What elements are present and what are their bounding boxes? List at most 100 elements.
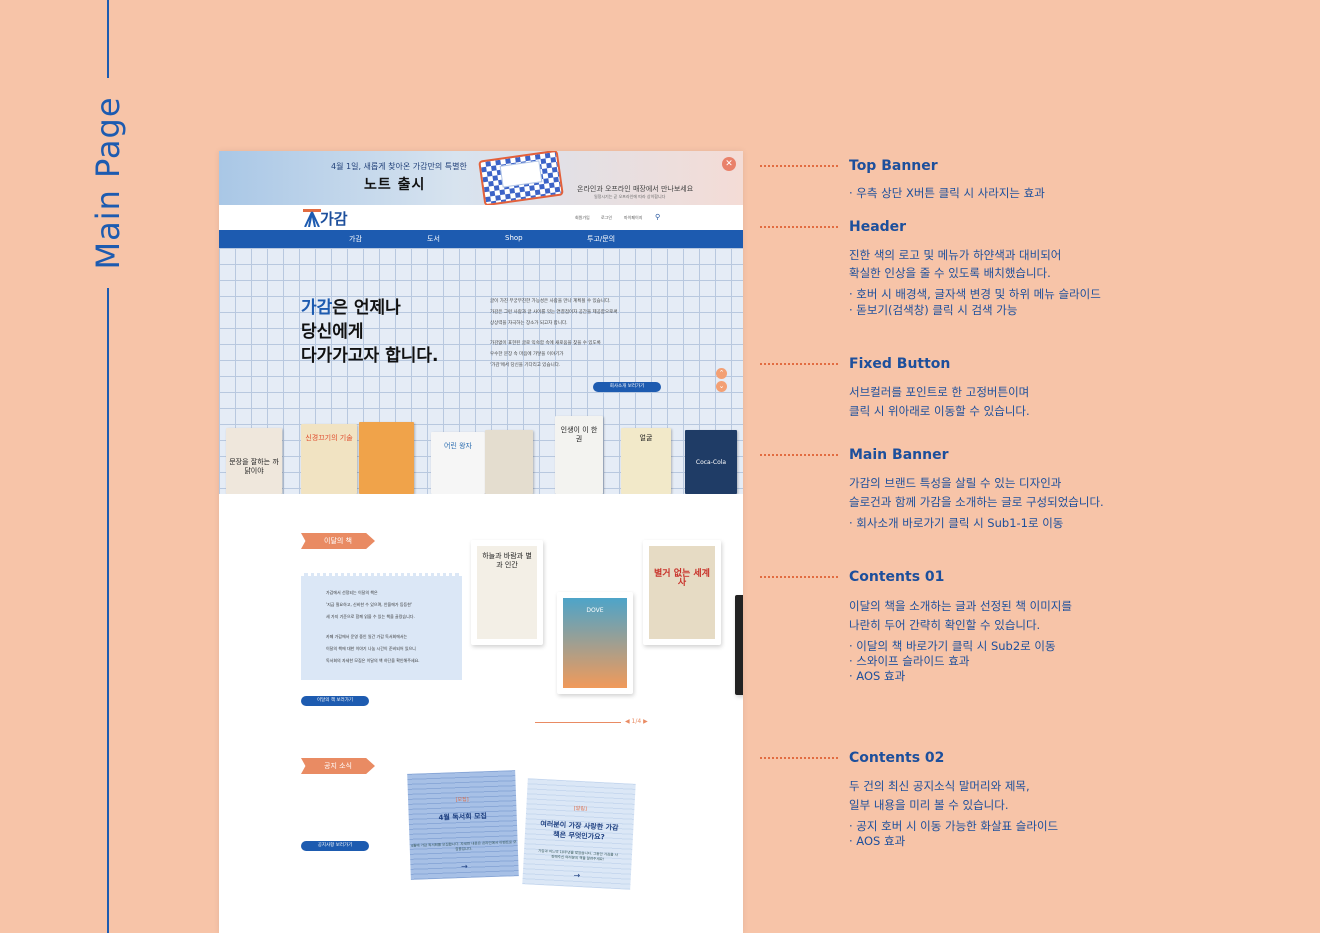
memo-line: 이달의 책에 대한 이야기 나눔 시간이 준비되어 있으니	[326, 646, 416, 651]
annotation-line: · 돋보기(검색창) 클릭 시 검색 가능	[849, 303, 1018, 317]
memo-line: 세 가지 기준으로 함께 읽을 수 있는 책을 골랐습니다.	[326, 614, 415, 619]
annotation-line: 두 건의 최신 공지소식 말머리와 제목,	[849, 779, 1030, 793]
annotation-line: · 회사소개 바로가기 클릭 시 Sub1-1로 이동	[849, 516, 1064, 530]
annotation-line: 가감의 브랜드 특성을 살릴 수 있는 디자인과	[849, 476, 1062, 490]
hero-paragraph: 상상력을 자극하는 장소가 되고자 합니다.	[490, 321, 568, 326]
book-cover: 문장을 잘하는 까닭이야	[226, 428, 282, 494]
arrow-right-icon[interactable]: →	[523, 868, 631, 883]
notice-card[interactable]: [모집] 4월 독서회 모집 4월에 가감 독서회를 모집합니다. 자세한 내용…	[407, 770, 519, 880]
book-cover: 얼굴	[621, 428, 671, 494]
nav-item-gagam[interactable]: 가감	[349, 234, 362, 244]
title-rule-bottom	[107, 288, 109, 933]
book-shelf	[219, 494, 743, 498]
book-of-month-button[interactable]: 이달의 책 보러가기	[301, 696, 369, 706]
book-cover	[359, 422, 414, 494]
notice-tag: [알림]	[573, 805, 588, 813]
logo-icon[interactable]	[303, 209, 321, 227]
top-banner-line1: 4월 1일, 새롭게 찾아온 가감만의 특별한	[331, 162, 467, 171]
login-link[interactable]: 로그인	[601, 215, 612, 221]
book-cover: 신경끄기의 기술	[301, 424, 357, 494]
notice-card[interactable]: [알림] 여러분이 가장 사랑한 가감 책은 무엇인가요? 가감과 어느덧 10…	[522, 778, 636, 890]
close-icon[interactable]: ✕	[722, 157, 736, 171]
book-card[interactable]: DOVE	[557, 592, 633, 694]
nav-item-books[interactable]: 도서	[427, 234, 440, 244]
scroll-down-button[interactable]: ⌄	[716, 381, 727, 392]
hero-accent: 가감	[301, 298, 333, 318]
book-card[interactable]: 하늘과 바람과 별과 인간	[471, 540, 543, 645]
nav-item-shop[interactable]: Shop	[505, 234, 523, 242]
slider-progress	[535, 722, 621, 723]
annotation-line: 진한 색의 로고 및 메뉴가 하얀색과 대비되어	[849, 248, 1062, 262]
title-rule-top	[107, 0, 109, 78]
annotation-title: Fixed Button	[849, 356, 951, 372]
book-cover: 하늘과 바람과 별과 인간	[477, 546, 537, 639]
annotation-line: · 이달의 책 바로가기 클릭 시 Sub2로 이동	[849, 639, 1056, 653]
memo-line: 가감에서 선정되는 이달의 책은	[326, 590, 378, 595]
top-banner-line3: 온라인과 오프라인 매장에서 만나보세요	[577, 185, 694, 193]
notice-title: 4월 독서회 모집	[438, 812, 488, 822]
section-tag-book-of-month: 이달의 책	[301, 533, 375, 549]
main-nav: 가감 도서 Shop 투고/문의	[219, 230, 743, 248]
signup-link[interactable]: 회원가입	[575, 215, 590, 221]
annotation-line: · 공지 호버 시 이동 가능한 화살표 슬라이드	[849, 819, 1059, 833]
book-cover: 별거 없는 세계사	[649, 546, 715, 639]
nav-item-contact[interactable]: 투고/문의	[587, 234, 615, 244]
hero-paragraph: 가감은 그런 사람과 글 사이를 잇는 연결점이자 공간을 제공함으로써	[490, 310, 618, 315]
hero-headline-2: 당신에게	[301, 322, 364, 342]
search-icon[interactable]: ⚲	[655, 213, 660, 221]
book-cover	[485, 430, 533, 494]
leader-line	[760, 757, 838, 759]
company-intro-button[interactable]: 회사소개 보러가기	[593, 382, 661, 392]
annotation-line: · 우측 상단 X버튼 클릭 시 사라지는 효과	[849, 186, 1045, 200]
book-cover: 인생이 이 한 권	[555, 416, 603, 494]
annotation-line: · 스와이프 슬라이드 효과	[849, 654, 970, 668]
annotation-line: · AOS 효과	[849, 834, 906, 848]
annotation-line: · 호버 시 배경색, 글자색 변경 및 하위 메뉴 슬라이드	[849, 287, 1101, 301]
annotation-line: 서브컬러를 포인트로 한 고정버튼이며	[849, 385, 1030, 399]
leader-line	[760, 576, 838, 578]
book-cover: Coca-Cola	[685, 430, 737, 494]
scroll-up-button[interactable]: ⌃	[716, 368, 727, 379]
annotation-line: 확실한 인상을 줄 수 있도록 배치했습니다.	[849, 266, 1051, 280]
page-title: Main Page	[89, 96, 127, 270]
memo-line: '지금 필요하고, 신비한 수 있으며, 안을에가 등등한'	[326, 602, 412, 607]
hero-paragraph: 우수한 문장 속 마음에 가닿을 이야기가	[490, 352, 564, 357]
memo-line: 독서회의 자세한 모집은 이달의 책 하단을 확인해주세요.	[326, 658, 420, 663]
notice-tag: [모집]	[455, 796, 469, 804]
main-banner: 가감은 언제나 당신에게 다가가고자 합니다. 글이 가진 무궁무진한 가능성은…	[219, 248, 743, 498]
leader-line	[760, 454, 838, 456]
top-banner-line2: 노트 출시	[364, 177, 426, 193]
leader-line	[760, 165, 838, 167]
book-cover: 어린 왕자	[431, 432, 485, 494]
mypage-link[interactable]: 마이페이지	[624, 215, 642, 221]
leader-line	[760, 226, 838, 228]
annotation-line: 이달의 책을 소개하는 글과 선정된 책 이미지를	[849, 599, 1072, 613]
book-card[interactable]: 별거 없는 세계사	[643, 540, 721, 645]
memo-line: 카페 가감에서 운영 중인 일간 가감 독서회에서는	[326, 634, 408, 639]
annotation-line: 클릭 시 위아래로 이동할 수 있습니다.	[849, 404, 1030, 418]
notice-list-button[interactable]: 공지사항 보러가기	[301, 841, 369, 851]
annotation-title: Header	[849, 219, 907, 235]
hero-paragraph: '가감'에서 당신을 기다리고 있습니다.	[490, 363, 561, 368]
section-tag-notice: 공지 소식	[301, 758, 375, 774]
annotation-line: · AOS 효과	[849, 669, 906, 683]
hero-headline-3: 다가가고자 합니다.	[301, 346, 439, 366]
annotation-line: 슬로건과 함께 가감을 소개하는 글로 구성되었습니다.	[849, 495, 1104, 509]
pager-count: 1/4	[631, 718, 642, 725]
book-card-partial[interactable]	[735, 595, 743, 695]
annotation-title: Contents 01	[849, 569, 945, 585]
leader-line	[760, 363, 838, 365]
notice-body: 가감과 어느덧 10주년을 맞았습니다. 그동안 가감을 사랑해주신 여러분의 …	[538, 848, 618, 862]
notice-body: 4월에 가감 독서회를 모집합니다. 자세한 내용은 온라인에서 이벤트로 모집…	[410, 840, 517, 852]
top-banner[interactable]: 4월 1일, 새롭게 찾아온 가감만의 특별한 노트 출시 온라인과 오프라인 …	[219, 151, 743, 207]
annotation-line: 일부 내용을 미리 볼 수 있습니다.	[849, 798, 1009, 812]
logo[interactable]: 가감	[320, 208, 348, 229]
hero-paragraph: 가감없이 표현된 글로 익숙함 속에 새로움을 찾을 수 있도록	[490, 341, 601, 346]
annotation-title: Contents 02	[849, 750, 945, 766]
arrow-right-icon[interactable]: →	[410, 860, 518, 873]
hero-headline-text: 은 언제나	[332, 298, 401, 318]
book-of-month-memo: 가감에서 선정되는 이달의 책은 '지금 필요하고, 신비한 수 있으며, 안을…	[301, 573, 462, 680]
notice-title: 여러분이 가장 사랑한 가감 책은 무엇인가요?	[540, 819, 619, 842]
slider-pager[interactable]: ◀ 1/4 ▶	[625, 718, 648, 725]
top-banner-line4: 일정시기는 곧 오프라인에 따라 상이합니다	[594, 194, 666, 199]
